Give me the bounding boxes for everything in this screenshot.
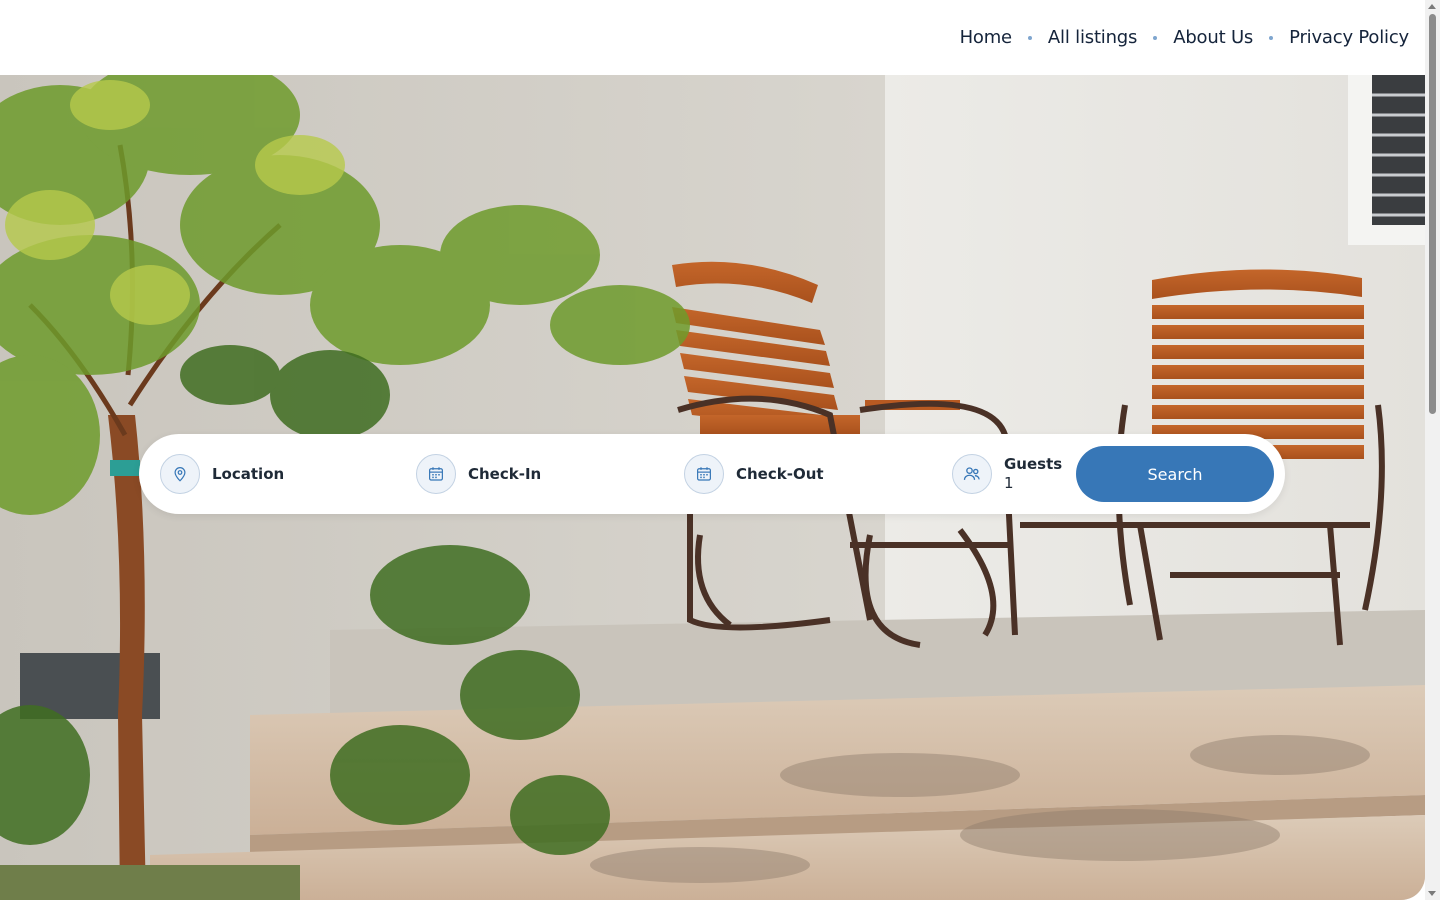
scroll-down-arrow-icon[interactable] — [1428, 891, 1436, 896]
guests-field[interactable]: Guests 1 — [952, 434, 1062, 514]
nav-privacy-policy-link[interactable]: Privacy Policy — [1289, 27, 1409, 48]
nav-separator-dot — [1153, 35, 1158, 40]
nav-separator-dot — [1269, 35, 1274, 40]
check-out-label: Check-Out — [736, 465, 824, 483]
location-label: Location — [212, 465, 285, 483]
page-scrollbar[interactable] — [1425, 0, 1440, 900]
calendar-icon — [416, 454, 456, 494]
calendar-icon — [684, 454, 724, 494]
scroll-up-arrow-icon[interactable] — [1428, 4, 1436, 9]
scroll-thumb[interactable] — [1429, 14, 1436, 414]
check-out-field[interactable]: Check-Out — [684, 434, 824, 514]
nav-home-link[interactable]: Home — [960, 27, 1013, 48]
guests-label: Guests — [1004, 455, 1063, 473]
check-in-label: Check-In — [468, 465, 542, 483]
main-nav: Home All listings About Us Privacy Polic… — [960, 0, 1410, 75]
nav-about-us-link[interactable]: About Us — [1173, 27, 1253, 48]
search-button[interactable]: Search — [1076, 446, 1274, 502]
users-icon — [952, 454, 992, 494]
nav-separator-dot — [1027, 35, 1032, 40]
guests-count: 1 — [1004, 474, 1014, 492]
site-header: Home All listings About Us Privacy Polic… — [0, 0, 1425, 75]
search-bar: Location Check-In Check-Out Guests 1 Sea… — [139, 434, 1285, 514]
map-pin-icon — [160, 454, 200, 494]
check-in-field[interactable]: Check-In — [416, 434, 541, 514]
nav-all-listings-link[interactable]: All listings — [1048, 27, 1137, 48]
location-field[interactable]: Location — [160, 434, 284, 514]
guests-text: Guests 1 — [1004, 455, 1062, 493]
